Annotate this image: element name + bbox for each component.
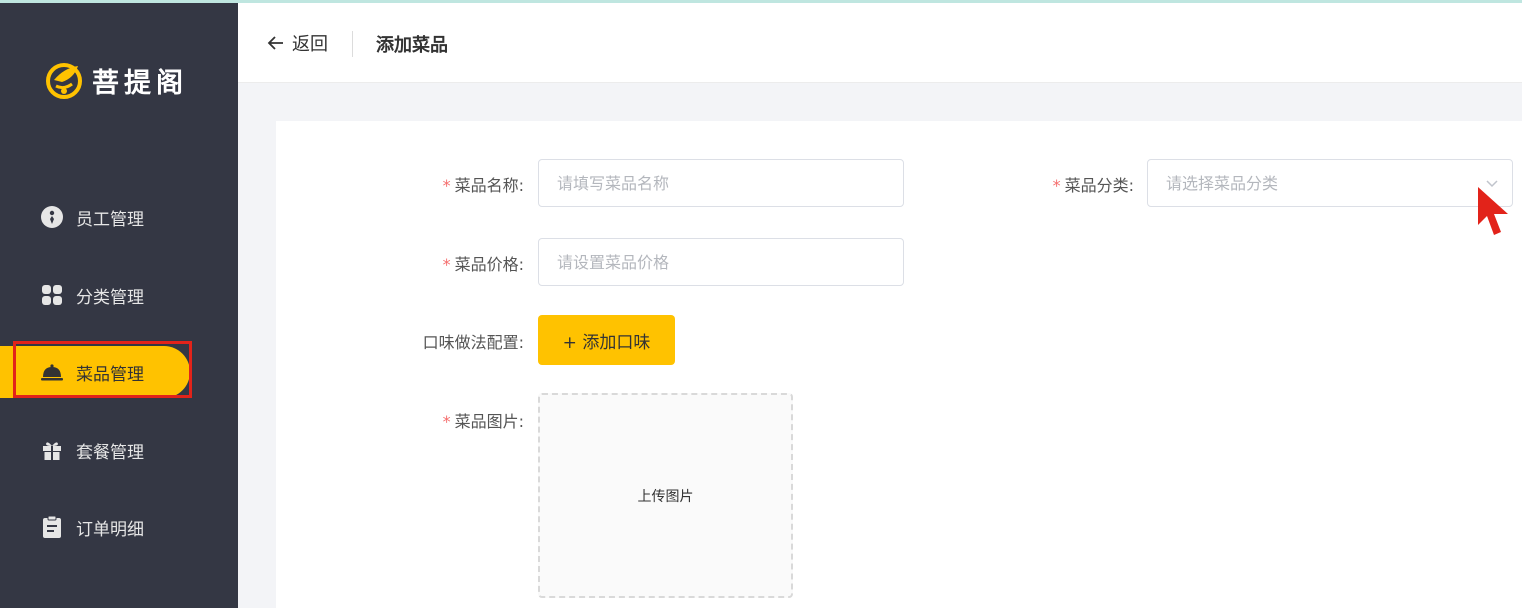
required-mark: * xyxy=(442,412,451,431)
required-mark: * xyxy=(1052,176,1061,195)
upload-label: 上传图片 xyxy=(637,488,694,505)
sidebar-item-label: 订单明细 xyxy=(76,519,144,540)
clipboard-icon xyxy=(40,515,64,539)
sidebar: 菩提阁 员工管理 分类管理 菜品管理 套餐管理 订单明细 xyxy=(0,0,238,608)
dish-price-label: * 菜品价格: xyxy=(442,255,524,274)
sidebar-item-setmeal[interactable]: 套餐管理 xyxy=(0,424,238,476)
sidebar-item-label: 菜品管理 xyxy=(76,364,144,385)
category-icon xyxy=(40,283,64,307)
dish-name-input[interactable] xyxy=(538,159,904,207)
image-upload-area[interactable]: 上传图片 xyxy=(538,393,793,598)
sidebar-item-label: 分类管理 xyxy=(76,287,144,308)
dish-price-input[interactable] xyxy=(538,238,904,286)
sidebar-item-employee[interactable]: 员工管理 xyxy=(0,191,238,243)
dish-category-select[interactable] xyxy=(1147,159,1513,207)
arrow-left-icon xyxy=(267,36,283,50)
page-header: 返回 添加菜品 xyxy=(238,3,1522,83)
add-flavor-button[interactable]: + 添加口味 xyxy=(538,315,675,365)
page-title: 添加菜品 xyxy=(376,35,448,56)
logo: 菩提阁 xyxy=(44,58,188,102)
logo-icon xyxy=(46,63,82,99)
employee-icon xyxy=(40,205,64,229)
back-button[interactable]: 返回 xyxy=(266,27,328,59)
window-top-border xyxy=(0,0,1522,3)
sidebar-item-label: 套餐管理 xyxy=(76,442,144,463)
logo-text: 菩提阁 xyxy=(92,67,188,99)
dish-category-label: * 菜品分类: xyxy=(1052,176,1134,195)
mouse-cursor-icon xyxy=(1478,187,1508,235)
sidebar-item-dish[interactable]: 菜品管理 xyxy=(0,346,238,398)
sidebar-item-category[interactable]: 分类管理 xyxy=(0,269,238,321)
required-mark: * xyxy=(442,176,451,195)
sidebar-item-label: 员工管理 xyxy=(76,209,144,230)
dish-icon xyxy=(40,360,64,384)
back-label: 返回 xyxy=(292,34,328,55)
sidebar-item-orders[interactable]: 订单明细 xyxy=(0,501,238,553)
header-divider xyxy=(352,31,353,57)
dish-name-label: * 菜品名称: xyxy=(442,176,524,195)
dish-image-label: * 菜品图片: xyxy=(442,412,524,431)
flavor-config-label: 口味做法配置: xyxy=(422,333,524,352)
form-card: *菜品名称: *菜品分类: *菜品价格: 口味做法配置: + 添加口味 *菜品图… xyxy=(276,121,1522,608)
required-mark: * xyxy=(442,255,451,274)
gift-icon xyxy=(40,438,64,462)
